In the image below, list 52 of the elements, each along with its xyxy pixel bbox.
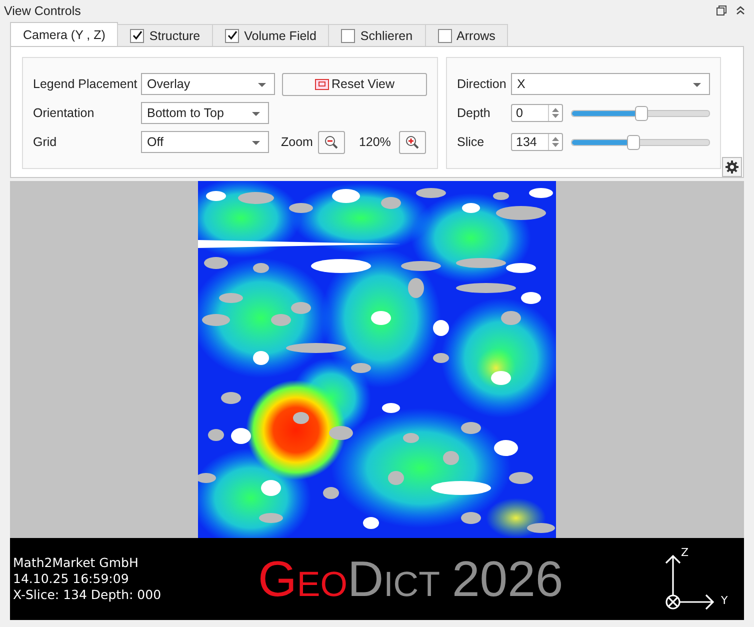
dropdown-caret-icon xyxy=(693,83,701,87)
reset-view-button[interactable]: Reset View xyxy=(282,72,427,96)
tab[interactable]: Volume Field xyxy=(212,24,330,46)
checkbox[interactable] xyxy=(130,28,144,42)
depth-slider[interactable] xyxy=(571,106,710,120)
zoom-value: 120% xyxy=(358,135,391,149)
field-label: Direction xyxy=(457,77,508,91)
legend-placement-dropdown[interactable]: Overlay xyxy=(141,73,275,95)
slice-spinbox[interactable]: 134 xyxy=(511,133,563,151)
depth-spinbox[interactable]: 0 xyxy=(511,104,563,122)
spin-arrows-icon xyxy=(552,137,559,147)
logo-version: 2026 xyxy=(452,550,564,608)
float-icon[interactable] xyxy=(716,5,727,16)
settings-button[interactable] xyxy=(722,157,742,177)
panel-title: View Controls xyxy=(4,4,81,18)
tab[interactable]: Arrows xyxy=(424,24,508,46)
zoom-out-icon xyxy=(324,135,338,149)
zoom-out-button[interactable] xyxy=(318,130,345,154)
grid-dropdown[interactable]: Off xyxy=(141,131,269,153)
slider-handle[interactable] xyxy=(626,134,640,150)
field-label: Slice xyxy=(457,135,486,149)
logo-text: Dict xyxy=(347,550,440,608)
spin-arrows-icon xyxy=(552,108,559,118)
orientation-dropdown[interactable]: Bottom to Top xyxy=(141,102,269,124)
logo-text: Geo xyxy=(258,550,348,608)
dropdown-caret-icon xyxy=(252,112,260,116)
slice-slider[interactable] xyxy=(571,134,710,150)
tab[interactable]: Schlieren xyxy=(328,24,426,46)
checkbox[interactable] xyxy=(341,28,356,42)
dropdown-caret-icon xyxy=(258,83,266,87)
info-text: X-Slice: 134 Depth: 000 xyxy=(13,587,162,603)
info-text: 14.10.25 16:59:09 xyxy=(13,571,130,587)
checkbox[interactable] xyxy=(225,28,240,42)
dropdown-caret-icon xyxy=(252,141,260,145)
tab[interactable]: Camera (Y , Z) xyxy=(10,22,118,46)
info-text: Math2Market GmbH xyxy=(13,555,140,571)
checkbox[interactable] xyxy=(438,28,452,42)
zoom-label: Zoom xyxy=(281,135,313,149)
axis-label: Z xyxy=(681,546,689,559)
settings-icon xyxy=(725,160,739,174)
zoom-in-button[interactable] xyxy=(398,130,426,154)
collapse-icon[interactable] xyxy=(735,5,746,16)
field-label: Legend Placement xyxy=(33,77,138,91)
tab[interactable]: Structure xyxy=(117,24,214,46)
frame-icon xyxy=(314,78,328,90)
slider-handle[interactable] xyxy=(634,106,648,120)
field-label: Grid xyxy=(33,135,58,149)
field-label: Orientation xyxy=(33,106,96,120)
zoom-in-icon xyxy=(405,135,420,149)
axis-label: Y xyxy=(721,594,728,607)
direction-dropdown[interactable]: X xyxy=(511,73,710,95)
field-label: Depth xyxy=(457,106,492,120)
